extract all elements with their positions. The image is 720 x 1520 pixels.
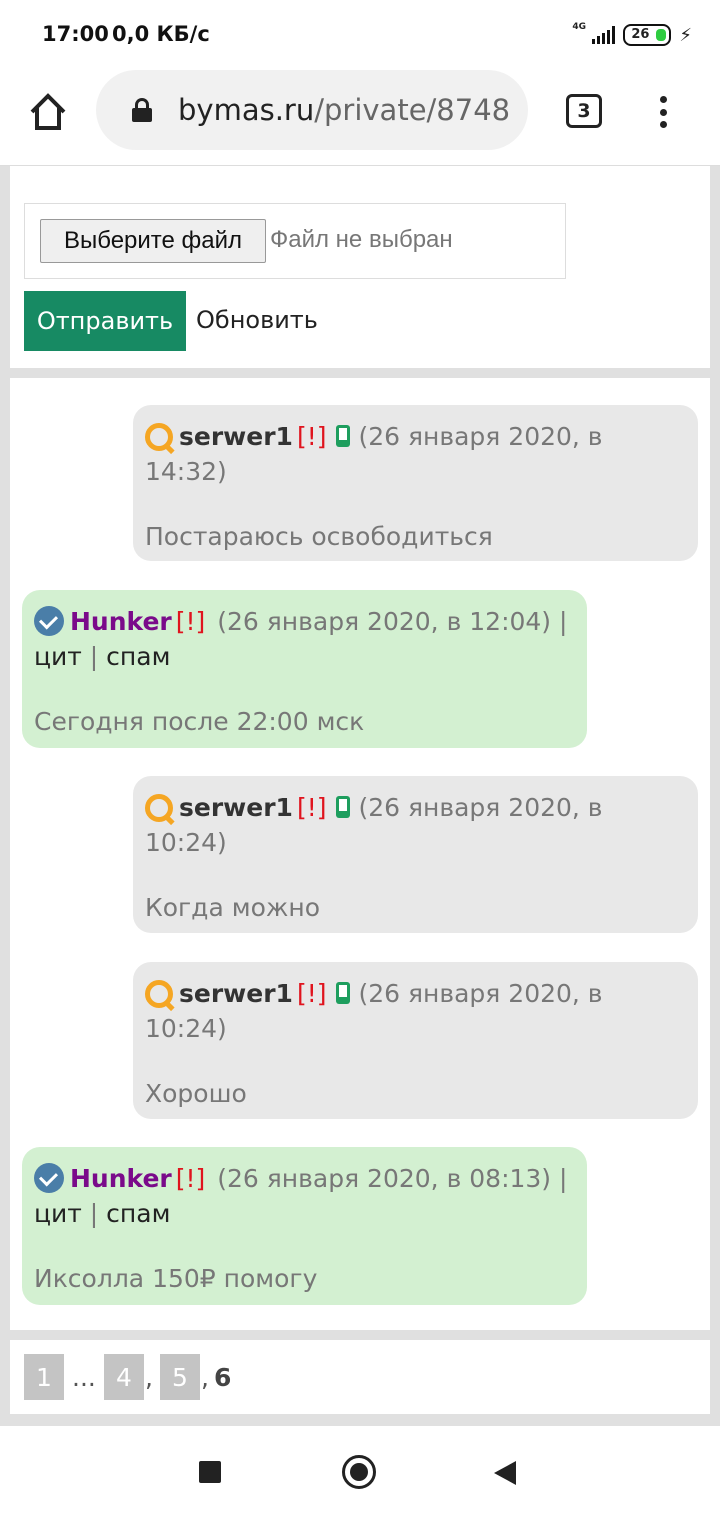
report-link[interactable]: [!] — [176, 1164, 206, 1193]
back-button[interactable] — [494, 1461, 516, 1485]
navigation-bar — [0, 1426, 720, 1520]
status-icons: 4G 26 ⚡ — [572, 20, 692, 50]
page-ellipsis: ... — [72, 1362, 96, 1392]
author-link[interactable]: Hunker — [70, 1164, 172, 1193]
mobile-icon — [336, 796, 351, 818]
verified-avatar-icon — [34, 606, 64, 636]
message-item: Hunker [!] (26 января 2020, в 12:04) | цит… — [22, 590, 587, 748]
spam-link[interactable]: спам — [106, 1199, 170, 1228]
message-date: (26 января 2020, в 12:04) — [217, 607, 552, 636]
messages-list: serwer1 [!] (26 января 2020, в 14:32) Пост… — [10, 378, 710, 1330]
message-date: (26 января 2020, в 08:13) — [217, 1164, 552, 1193]
pagination: 1 ... 4 , 5 , 6 — [10, 1340, 710, 1414]
qiwi-avatar-icon — [145, 794, 173, 822]
page-current: 6 — [214, 1362, 232, 1392]
author-link[interactable]: serwer1 — [179, 793, 293, 822]
file-input: Выберите файл Файл не выбран — [24, 203, 566, 279]
page-link-4[interactable]: 4 — [104, 1354, 144, 1400]
network-type-icon: 4G — [572, 22, 587, 32]
page-separator: , — [145, 1362, 153, 1392]
author-link[interactable]: Hunker — [70, 607, 172, 636]
charging-icon: ⚡ — [679, 24, 692, 46]
lock-icon[interactable] — [132, 98, 152, 122]
report-link[interactable]: [!] — [297, 979, 327, 1008]
quote-link[interactable]: цит — [34, 1199, 82, 1228]
no-file-label: Файл не выбран — [270, 226, 453, 253]
choose-file-button[interactable]: Выберите файл — [40, 219, 266, 263]
mobile-icon — [336, 425, 351, 447]
page-separator: , — [201, 1362, 209, 1392]
send-button[interactable]: Отправить — [24, 291, 186, 351]
battery-level: 26 — [631, 27, 650, 42]
mobile-icon — [336, 982, 351, 1004]
address-bar[interactable]: bymas.ru/private/8748 — [96, 70, 528, 150]
author-link[interactable]: serwer1 — [179, 422, 293, 451]
page-link-5[interactable]: 5 — [160, 1354, 200, 1400]
message-item: serwer1 [!] (26 января 2020, в 10:24) Когд… — [133, 776, 698, 933]
signal-icon — [592, 26, 616, 44]
home-icon — [30, 93, 66, 130]
message-header: Hunker [!] (26 января 2020, в 12:04) | цит… — [34, 606, 568, 671]
message-header: Hunker [!] (26 января 2020, в 08:13) | цит… — [34, 1163, 568, 1228]
message-text: Иксолла 150₽ помогу — [34, 1264, 318, 1293]
qiwi-avatar-icon — [145, 423, 173, 451]
refresh-link[interactable]: Обновить — [196, 306, 318, 334]
tabs-button[interactable]: 3 — [566, 94, 602, 128]
spam-link[interactable]: спам — [106, 642, 170, 671]
status-speed: 0,0 КБ/с — [112, 22, 210, 46]
page-link-1[interactable]: 1 — [24, 1354, 64, 1400]
message-text: Постараюсь освободиться — [145, 522, 493, 551]
home-nav-button[interactable] — [342, 1455, 376, 1489]
upload-form: Выберите файл Файл не выбран Отправить О… — [10, 166, 710, 368]
browser-toolbar: bymas.ru/private/8748 3 — [0, 70, 720, 166]
report-link[interactable]: [!] — [176, 607, 206, 636]
battery-icon: 26 — [623, 24, 672, 46]
message-header: serwer1 [!] (26 января 2020, в 14:32) — [145, 419, 686, 489]
qiwi-avatar-icon — [145, 980, 173, 1008]
message-item: serwer1 [!] (26 января 2020, в 14:32) Пост… — [133, 405, 698, 561]
message-text: Сегодня после 22:00 мск — [34, 707, 365, 736]
status-bar: 17:00 0,0 КБ/с 4G 26 ⚡ — [0, 0, 720, 70]
author-link[interactable]: serwer1 — [179, 979, 293, 1008]
message-item: serwer1 [!] (26 января 2020, в 10:24) Хоро… — [133, 962, 698, 1119]
message-text: Когда можно — [145, 893, 321, 922]
home-button[interactable] — [28, 92, 68, 132]
menu-icon[interactable] — [652, 92, 674, 132]
message-header: serwer1 [!] (26 января 2020, в 10:24) — [145, 976, 686, 1046]
url-text[interactable]: bymas.ru/private/8748 — [178, 93, 510, 127]
report-link[interactable]: [!] — [297, 793, 327, 822]
message-text: Хорошо — [145, 1079, 247, 1108]
status-time: 17:00 — [42, 22, 109, 46]
verified-avatar-icon — [34, 1163, 64, 1193]
message-header: serwer1 [!] (26 января 2020, в 10:24) — [145, 790, 686, 860]
recents-button[interactable] — [199, 1461, 221, 1483]
report-link[interactable]: [!] — [297, 422, 327, 451]
message-item: Hunker [!] (26 января 2020, в 08:13) | цит… — [22, 1147, 587, 1305]
quote-link[interactable]: цит — [34, 642, 82, 671]
